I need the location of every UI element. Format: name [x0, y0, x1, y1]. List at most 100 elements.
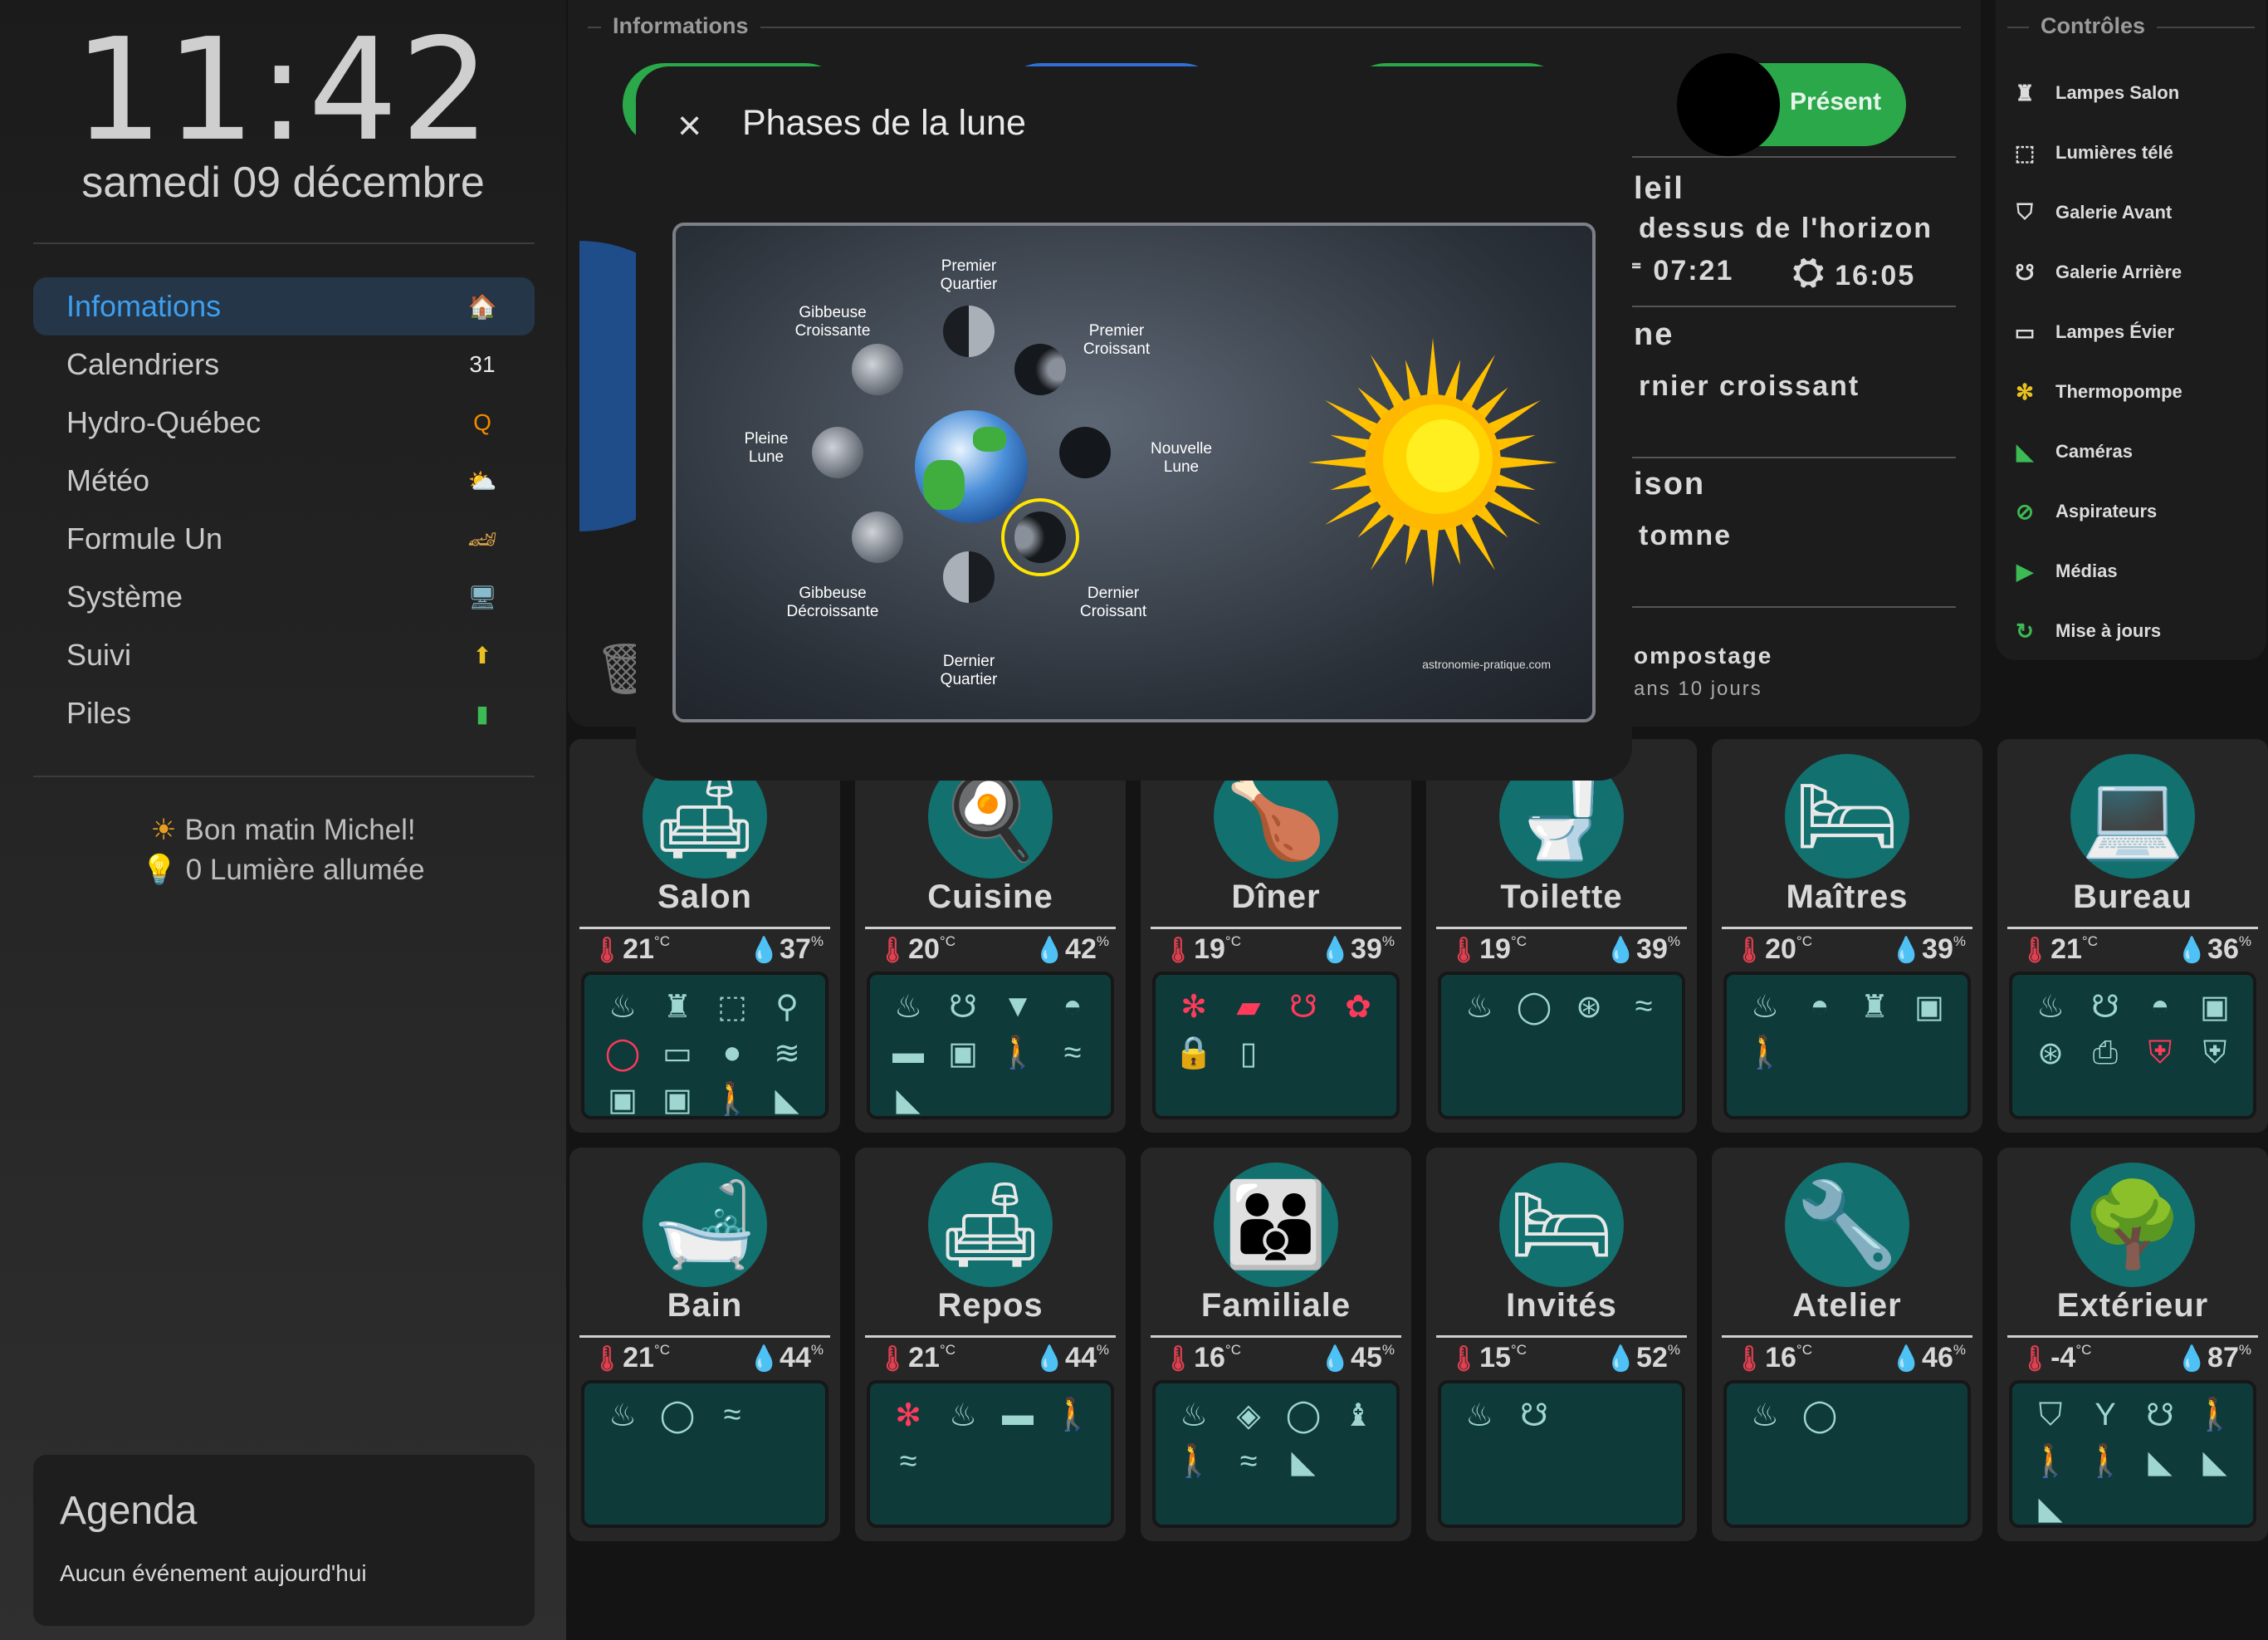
shield-icon[interactable]: ⛨: [2134, 1030, 2187, 1076]
motion-icon[interactable]: 🚶: [2024, 1438, 2077, 1485]
outlet-icon[interactable]: ▣: [2188, 983, 2241, 1030]
heater-icon[interactable]: ♨: [596, 1392, 649, 1438]
nav-item-1[interactable]: Calendriers 31: [33, 335, 535, 394]
nav-item-7[interactable]: Piles ▮: [33, 684, 535, 742]
room-card-9[interactable]: 🛏 Invités 🌡15°C 💧52% ♨ ☋: [1426, 1148, 1697, 1541]
post-light-icon[interactable]: Y: [2079, 1392, 2132, 1438]
motion-icon[interactable]: 🚶: [1738, 1030, 1791, 1076]
motion-icon[interactable]: 🚶: [2188, 1392, 2241, 1438]
room-card-10[interactable]: 🔧 Atelier 🌡16°C 💧46% ♨ ◯: [1712, 1148, 1982, 1541]
spotify-icon[interactable]: ≋: [760, 1030, 814, 1076]
camera-icon[interactable]: ◣: [882, 1076, 935, 1123]
heater-icon[interactable]: ♨: [1453, 1392, 1506, 1438]
fan-icon[interactable]: ⊛: [2024, 1030, 2077, 1076]
presence-pill[interactable]: Présent: [1677, 53, 1906, 156]
ceiling-light-icon[interactable]: ◯: [1508, 983, 1561, 1030]
camera-icon[interactable]: ◣: [1277, 1438, 1330, 1485]
outlet-icon[interactable]: ▣: [1903, 983, 1956, 1030]
control-heat-pump-icon[interactable]: ✻ Thermopompe: [2011, 367, 2182, 417]
nav-item-4[interactable]: Formule Un 🏎: [33, 510, 535, 568]
nav-item-0[interactable]: Infomations 🏠: [33, 277, 535, 335]
camera-icon[interactable]: ◣: [2024, 1485, 2077, 1531]
shield-icon[interactable]: ⛨: [2188, 1030, 2241, 1076]
floor-lamp-icon[interactable]: ♜: [651, 983, 704, 1030]
ceiling-light-icon[interactable]: ◯: [1793, 1392, 1846, 1438]
vibration-icon[interactable]: ≈: [1222, 1438, 1275, 1485]
desk-lamp-icon[interactable]: ⚲: [760, 983, 814, 1030]
pendant-light-icon[interactable]: ▼: [991, 983, 1044, 1030]
chandelier-icon[interactable]: ☋: [1277, 983, 1330, 1030]
camera-icon[interactable]: ◣: [2134, 1438, 2187, 1485]
nav-item-3[interactable]: Météo ⛅: [33, 452, 535, 510]
vibration-icon[interactable]: ≈: [1046, 1030, 1099, 1076]
heater-icon[interactable]: ♨: [1738, 1392, 1791, 1438]
ceiling-light-icon[interactable]: ☋: [936, 983, 990, 1030]
ac-icon[interactable]: ✻: [1167, 983, 1220, 1030]
vibration-icon[interactable]: ≈: [1617, 983, 1670, 1030]
ceiling-light-icon[interactable]: ◈: [1222, 1392, 1275, 1438]
room-card-7[interactable]: 🛋 Repos 🌡21°C 💧44% ✻ ♨ ▬ 🚶 ≈: [855, 1148, 1126, 1541]
room-card-8[interactable]: 👪 Familiale 🌡16°C 💧45% ♨ ◈ ◯ ♝ 🚶 ≈ ◣: [1141, 1148, 1411, 1541]
control-floor-lamp-icon[interactable]: ♜ Lampes Salon: [2011, 68, 2179, 118]
control-camera-icon[interactable]: ◣ Caméras: [2011, 427, 2133, 477]
heater-icon[interactable]: ♨: [1453, 983, 1506, 1030]
close-icon[interactable]: ×: [677, 101, 701, 149]
flower-icon[interactable]: ✿: [1332, 983, 1385, 1030]
apple-icon[interactable]: ●: [706, 1030, 759, 1076]
control-update-icon[interactable]: ↻ Mise à jours: [2011, 606, 2161, 656]
room-card-1[interactable]: 🍳 Cuisine 🌡20°C 💧42% ♨ ☋ ▼ ◓ ▬ ▣ 🚶 ≈ ◣: [855, 739, 1126, 1133]
fan-icon[interactable]: ⊛: [1562, 983, 1615, 1030]
motion-icon[interactable]: 🚶: [1046, 1392, 1099, 1438]
outlet-icon[interactable]: ▣: [936, 1030, 990, 1076]
control-vacuum-icon[interactable]: ⊘ Aspirateurs: [2011, 487, 2157, 536]
room-card-11[interactable]: 🌳 Extérieur 🌡-4°C 💧87% ⛉ Y ☋ 🚶 🚶 🚶 ◣ ◣ ◣: [1997, 1148, 2268, 1541]
nav-item-5[interactable]: Système 🖥: [33, 568, 535, 626]
tv-icon[interactable]: ▭: [651, 1030, 704, 1076]
agenda-card[interactable]: Agenda Aucun événement aujourd'hui: [33, 1455, 535, 1626]
vibration-icon[interactable]: ≈: [882, 1438, 935, 1485]
camera-icon[interactable]: ◣: [760, 1076, 814, 1123]
heater-icon[interactable]: ♨: [936, 1392, 990, 1438]
ceiling-light-icon[interactable]: ◯: [596, 1030, 649, 1076]
hood-icon[interactable]: ▬: [991, 1392, 1044, 1438]
chandelier-icon[interactable]: ☋: [2134, 1392, 2187, 1438]
room-card-0[interactable]: 🛋 Salon 🌡21°C 💧37% ♨ ♜ ⬚ ⚲ ◯ ▭ ● ≋ ▣ ▣ 🚶 ◣: [569, 739, 840, 1133]
motion-icon[interactable]: 🚶: [991, 1030, 1044, 1076]
chandelier-icon[interactable]: ☋: [2079, 983, 2132, 1030]
room-card-4[interactable]: 🛏 Maîtres 🌡20°C 💧39% ♨ ◓ ♜ ▣ 🚶: [1712, 739, 1982, 1133]
door-icon[interactable]: ▯: [1222, 1030, 1275, 1076]
camera-icon[interactable]: ◣: [2188, 1438, 2241, 1485]
moon-state[interactable]: rnier croissant: [1639, 370, 1860, 403]
dome-light-icon[interactable]: ◓: [2134, 983, 2187, 1030]
tv-light-icon[interactable]: ⬚: [706, 983, 759, 1030]
motion-icon[interactable]: 🚶: [706, 1076, 759, 1123]
outlet-icon[interactable]: ▣: [651, 1076, 704, 1123]
control-sink-light-icon[interactable]: ▭ Lampes Évier: [2011, 307, 2174, 357]
dome-light-icon[interactable]: ◓: [1046, 983, 1099, 1030]
control-ceiling-light-icon[interactable]: ☋ Galerie Arrière: [2011, 247, 2182, 297]
vibration-icon[interactable]: ≈: [706, 1392, 759, 1438]
nav-item-6[interactable]: Suivi ⬆: [33, 626, 535, 684]
strip-light-icon[interactable]: ▰: [1222, 983, 1275, 1030]
hood-icon[interactable]: ▬: [882, 1030, 935, 1076]
control-porch-light-icon[interactable]: ⛉ Galerie Avant: [2011, 188, 2172, 237]
nav-item-2[interactable]: Hydro-Québec Q: [33, 394, 535, 452]
control-play-icon[interactable]: ▶ Médias: [2011, 546, 2118, 596]
room-card-6[interactable]: 🛁 Bain 🌡21°C 💧44% ♨ ◯ ≈: [569, 1148, 840, 1541]
ceiling-light-icon[interactable]: ◯: [1277, 1392, 1330, 1438]
outlet-icon[interactable]: ▣: [596, 1076, 649, 1123]
room-card-3[interactable]: 🚽 Toilette 🌡19°C 💧39% ♨ ◯ ⊛ ≈: [1426, 739, 1697, 1133]
ceiling-light-icon[interactable]: ◓: [1793, 983, 1846, 1030]
lock-icon[interactable]: 🔒: [1167, 1030, 1220, 1076]
ac-icon[interactable]: ✻: [882, 1392, 935, 1438]
room-card-5[interactable]: 💻 Bureau 🌡21°C 💧36% ♨ ☋ ◓ ▣ ⊛ ⎙ ⛨ ⛨: [1997, 739, 2268, 1133]
chandelier-icon[interactable]: ☋: [1508, 1392, 1561, 1438]
lamp-icon[interactable]: ♜: [1848, 983, 1901, 1030]
motion-icon[interactable]: 🚶: [2079, 1438, 2132, 1485]
lamp-icon[interactable]: ♝: [1332, 1392, 1385, 1438]
heater-icon[interactable]: ♨: [1738, 983, 1791, 1030]
motion-icon[interactable]: 🚶: [1167, 1438, 1220, 1485]
ceiling-light-icon[interactable]: ◯: [651, 1392, 704, 1438]
heater-icon[interactable]: ♨: [596, 983, 649, 1030]
heater-icon[interactable]: ♨: [2024, 983, 2077, 1030]
